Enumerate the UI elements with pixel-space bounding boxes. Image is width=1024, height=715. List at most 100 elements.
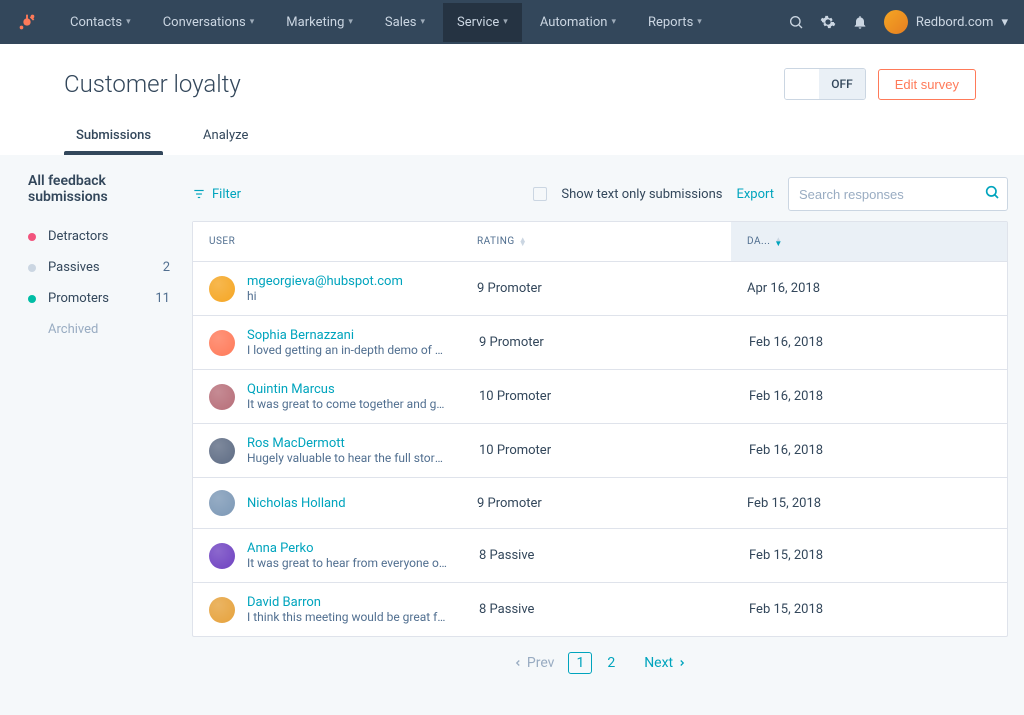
rating-cell: 10 Promoter bbox=[463, 443, 733, 458]
avatar bbox=[209, 490, 235, 516]
date-cell: Feb 15, 2018 bbox=[733, 548, 1007, 563]
content-area: All feedback submissions DetractorsPassi… bbox=[0, 155, 1024, 715]
chevron-down-icon: ▾ bbox=[348, 17, 353, 27]
sort-icon: ▲▼ bbox=[519, 238, 527, 246]
rating-cell: 9 Promoter bbox=[461, 281, 731, 296]
page-title: Customer loyalty bbox=[64, 70, 241, 98]
user-name-link[interactable]: Anna Perko bbox=[247, 541, 447, 556]
toggle-on[interactable] bbox=[785, 69, 819, 99]
nav-item-service[interactable]: Service▾ bbox=[443, 3, 522, 42]
chevron-down-icon: ▾ bbox=[611, 17, 616, 27]
chevron-down-icon: ▾ bbox=[420, 17, 425, 27]
table-row[interactable]: Sophia BernazzaniI loved getting an in-d… bbox=[193, 316, 1007, 370]
avatar bbox=[209, 384, 235, 410]
filter-icon bbox=[192, 187, 206, 201]
status-dot bbox=[28, 295, 36, 303]
table-row[interactable]: mgeorgieva@hubspot.comhi 9 PromoterApr 16… bbox=[193, 262, 1007, 316]
sidebar-item-passives[interactable]: Passives2 bbox=[24, 252, 180, 283]
filter-link[interactable]: Filter bbox=[192, 187, 241, 202]
status-dot bbox=[28, 233, 36, 241]
page-2[interactable]: 2 bbox=[600, 653, 622, 673]
toggle-off[interactable]: OFF bbox=[819, 69, 865, 99]
table-body: mgeorgieva@hubspot.comhi9 PromoterApr 16… bbox=[193, 262, 1007, 636]
nav-items: Contacts▾Conversations▾Marketing▾Sales▾S… bbox=[56, 3, 716, 42]
avatar bbox=[209, 543, 235, 569]
edit-survey-button[interactable]: Edit survey bbox=[878, 69, 976, 100]
sidebar-item-detractors[interactable]: Detractors bbox=[24, 221, 180, 252]
sort-icon: ▲▼ bbox=[774, 238, 782, 246]
chevron-right-icon bbox=[677, 658, 687, 668]
sidebar-count: 2 bbox=[163, 260, 170, 275]
sidebar-item-archived[interactable]: Archived bbox=[24, 314, 180, 345]
export-link[interactable]: Export bbox=[736, 187, 774, 202]
table-row[interactable]: Anna PerkoIt was great to hear from ever… bbox=[193, 529, 1007, 583]
table-header: USER RATING ▲▼ DA... ▲▼ bbox=[193, 222, 1007, 262]
account-menu[interactable]: Redbord.com ▾ bbox=[884, 10, 1008, 34]
user-name-link[interactable]: Ros MacDermott bbox=[247, 436, 447, 451]
nav-item-automation[interactable]: Automation▾ bbox=[526, 3, 630, 42]
prev-button[interactable]: Prev bbox=[513, 655, 555, 671]
account-avatar bbox=[884, 10, 908, 34]
tab-submissions[interactable]: Submissions bbox=[64, 120, 163, 155]
toolbar: Filter Show text only submissions Export bbox=[192, 173, 1008, 221]
user-comment: It was great to come together and get a … bbox=[247, 397, 447, 411]
chevron-down-icon: ▾ bbox=[250, 17, 255, 27]
date-cell: Feb 16, 2018 bbox=[733, 335, 1007, 350]
rating-cell: 9 Promoter bbox=[463, 335, 733, 350]
user-name-link[interactable]: Quintin Marcus bbox=[247, 382, 447, 397]
top-nav: Contacts▾Conversations▾Marketing▾Sales▾S… bbox=[0, 0, 1024, 44]
chevron-down-icon: ▾ bbox=[126, 17, 131, 27]
nav-item-reports[interactable]: Reports▾ bbox=[634, 3, 716, 42]
chevron-down-icon: ▾ bbox=[503, 17, 508, 27]
user-name-link[interactable]: Sophia Bernazzani bbox=[247, 328, 447, 343]
date-cell: Apr 16, 2018 bbox=[731, 281, 1007, 296]
th-user[interactable]: USER bbox=[193, 222, 461, 261]
table-row[interactable]: David BarronI think this meeting would b… bbox=[193, 583, 1007, 636]
user-comment: Hugely valuable to hear the full story f… bbox=[247, 451, 447, 465]
sidebar-list: Detractors Passives2Promoters11Archived bbox=[24, 221, 180, 345]
th-date[interactable]: DA... ▲▼ bbox=[731, 222, 1007, 261]
header-actions: OFF Edit survey bbox=[784, 68, 976, 100]
sidebar-item-promoters[interactable]: Promoters11 bbox=[24, 283, 180, 314]
user-comment: hi bbox=[247, 289, 403, 303]
date-cell: Feb 15, 2018 bbox=[733, 602, 1007, 617]
user-name-link[interactable]: mgeorgieva@hubspot.com bbox=[247, 274, 403, 289]
date-cell: Feb 16, 2018 bbox=[733, 389, 1007, 404]
nav-item-sales[interactable]: Sales▾ bbox=[371, 3, 439, 42]
survey-toggle[interactable]: OFF bbox=[784, 68, 866, 100]
th-rating[interactable]: RATING ▲▼ bbox=[461, 222, 731, 261]
search-input[interactable] bbox=[788, 177, 1008, 211]
sidebar: All feedback submissions DetractorsPassi… bbox=[0, 173, 180, 345]
search-icon[interactable] bbox=[788, 14, 804, 30]
page-1[interactable]: 1 bbox=[568, 652, 592, 674]
sidebar-label: Detractors bbox=[48, 229, 108, 244]
user-comment: I loved getting an in-depth demo of each… bbox=[247, 343, 447, 357]
rating-cell: 10 Promoter bbox=[463, 389, 733, 404]
avatar bbox=[209, 330, 235, 356]
nav-item-contacts[interactable]: Contacts▾ bbox=[56, 3, 145, 42]
account-name: Redbord.com bbox=[916, 15, 994, 30]
status-dot bbox=[28, 264, 36, 272]
tab-analyze[interactable]: Analyze bbox=[191, 120, 260, 155]
gear-icon[interactable] bbox=[820, 14, 836, 30]
user-name-link[interactable]: Nicholas Holland bbox=[247, 496, 346, 511]
table-row[interactable]: Quintin MarcusIt was great to come toget… bbox=[193, 370, 1007, 424]
hubspot-logo-icon[interactable] bbox=[16, 11, 38, 33]
text-only-checkbox[interactable] bbox=[533, 187, 547, 201]
search-button-icon[interactable] bbox=[984, 184, 1000, 204]
tabs: Submissions Analyze bbox=[0, 100, 1024, 155]
bell-icon[interactable] bbox=[852, 14, 868, 30]
table-row[interactable]: Nicholas Holland9 PromoterFeb 15, 2018 bbox=[193, 478, 1007, 529]
rating-cell: 8 Passive bbox=[463, 602, 733, 617]
user-name-link[interactable]: David Barron bbox=[247, 595, 447, 610]
avatar bbox=[209, 438, 235, 464]
filter-label: Filter bbox=[212, 187, 241, 202]
nav-item-conversations[interactable]: Conversations▾ bbox=[149, 3, 269, 42]
search-wrap bbox=[788, 177, 1008, 211]
nav-item-marketing[interactable]: Marketing▾ bbox=[272, 3, 367, 42]
next-button[interactable]: Next bbox=[644, 655, 687, 671]
chevron-left-icon bbox=[513, 658, 523, 668]
page-header: Customer loyalty OFF Edit survey bbox=[0, 44, 1024, 100]
table-row[interactable]: Ros MacDermottHugely valuable to hear th… bbox=[193, 424, 1007, 478]
user-comment: It was great to hear from everyone on pr… bbox=[247, 556, 447, 570]
